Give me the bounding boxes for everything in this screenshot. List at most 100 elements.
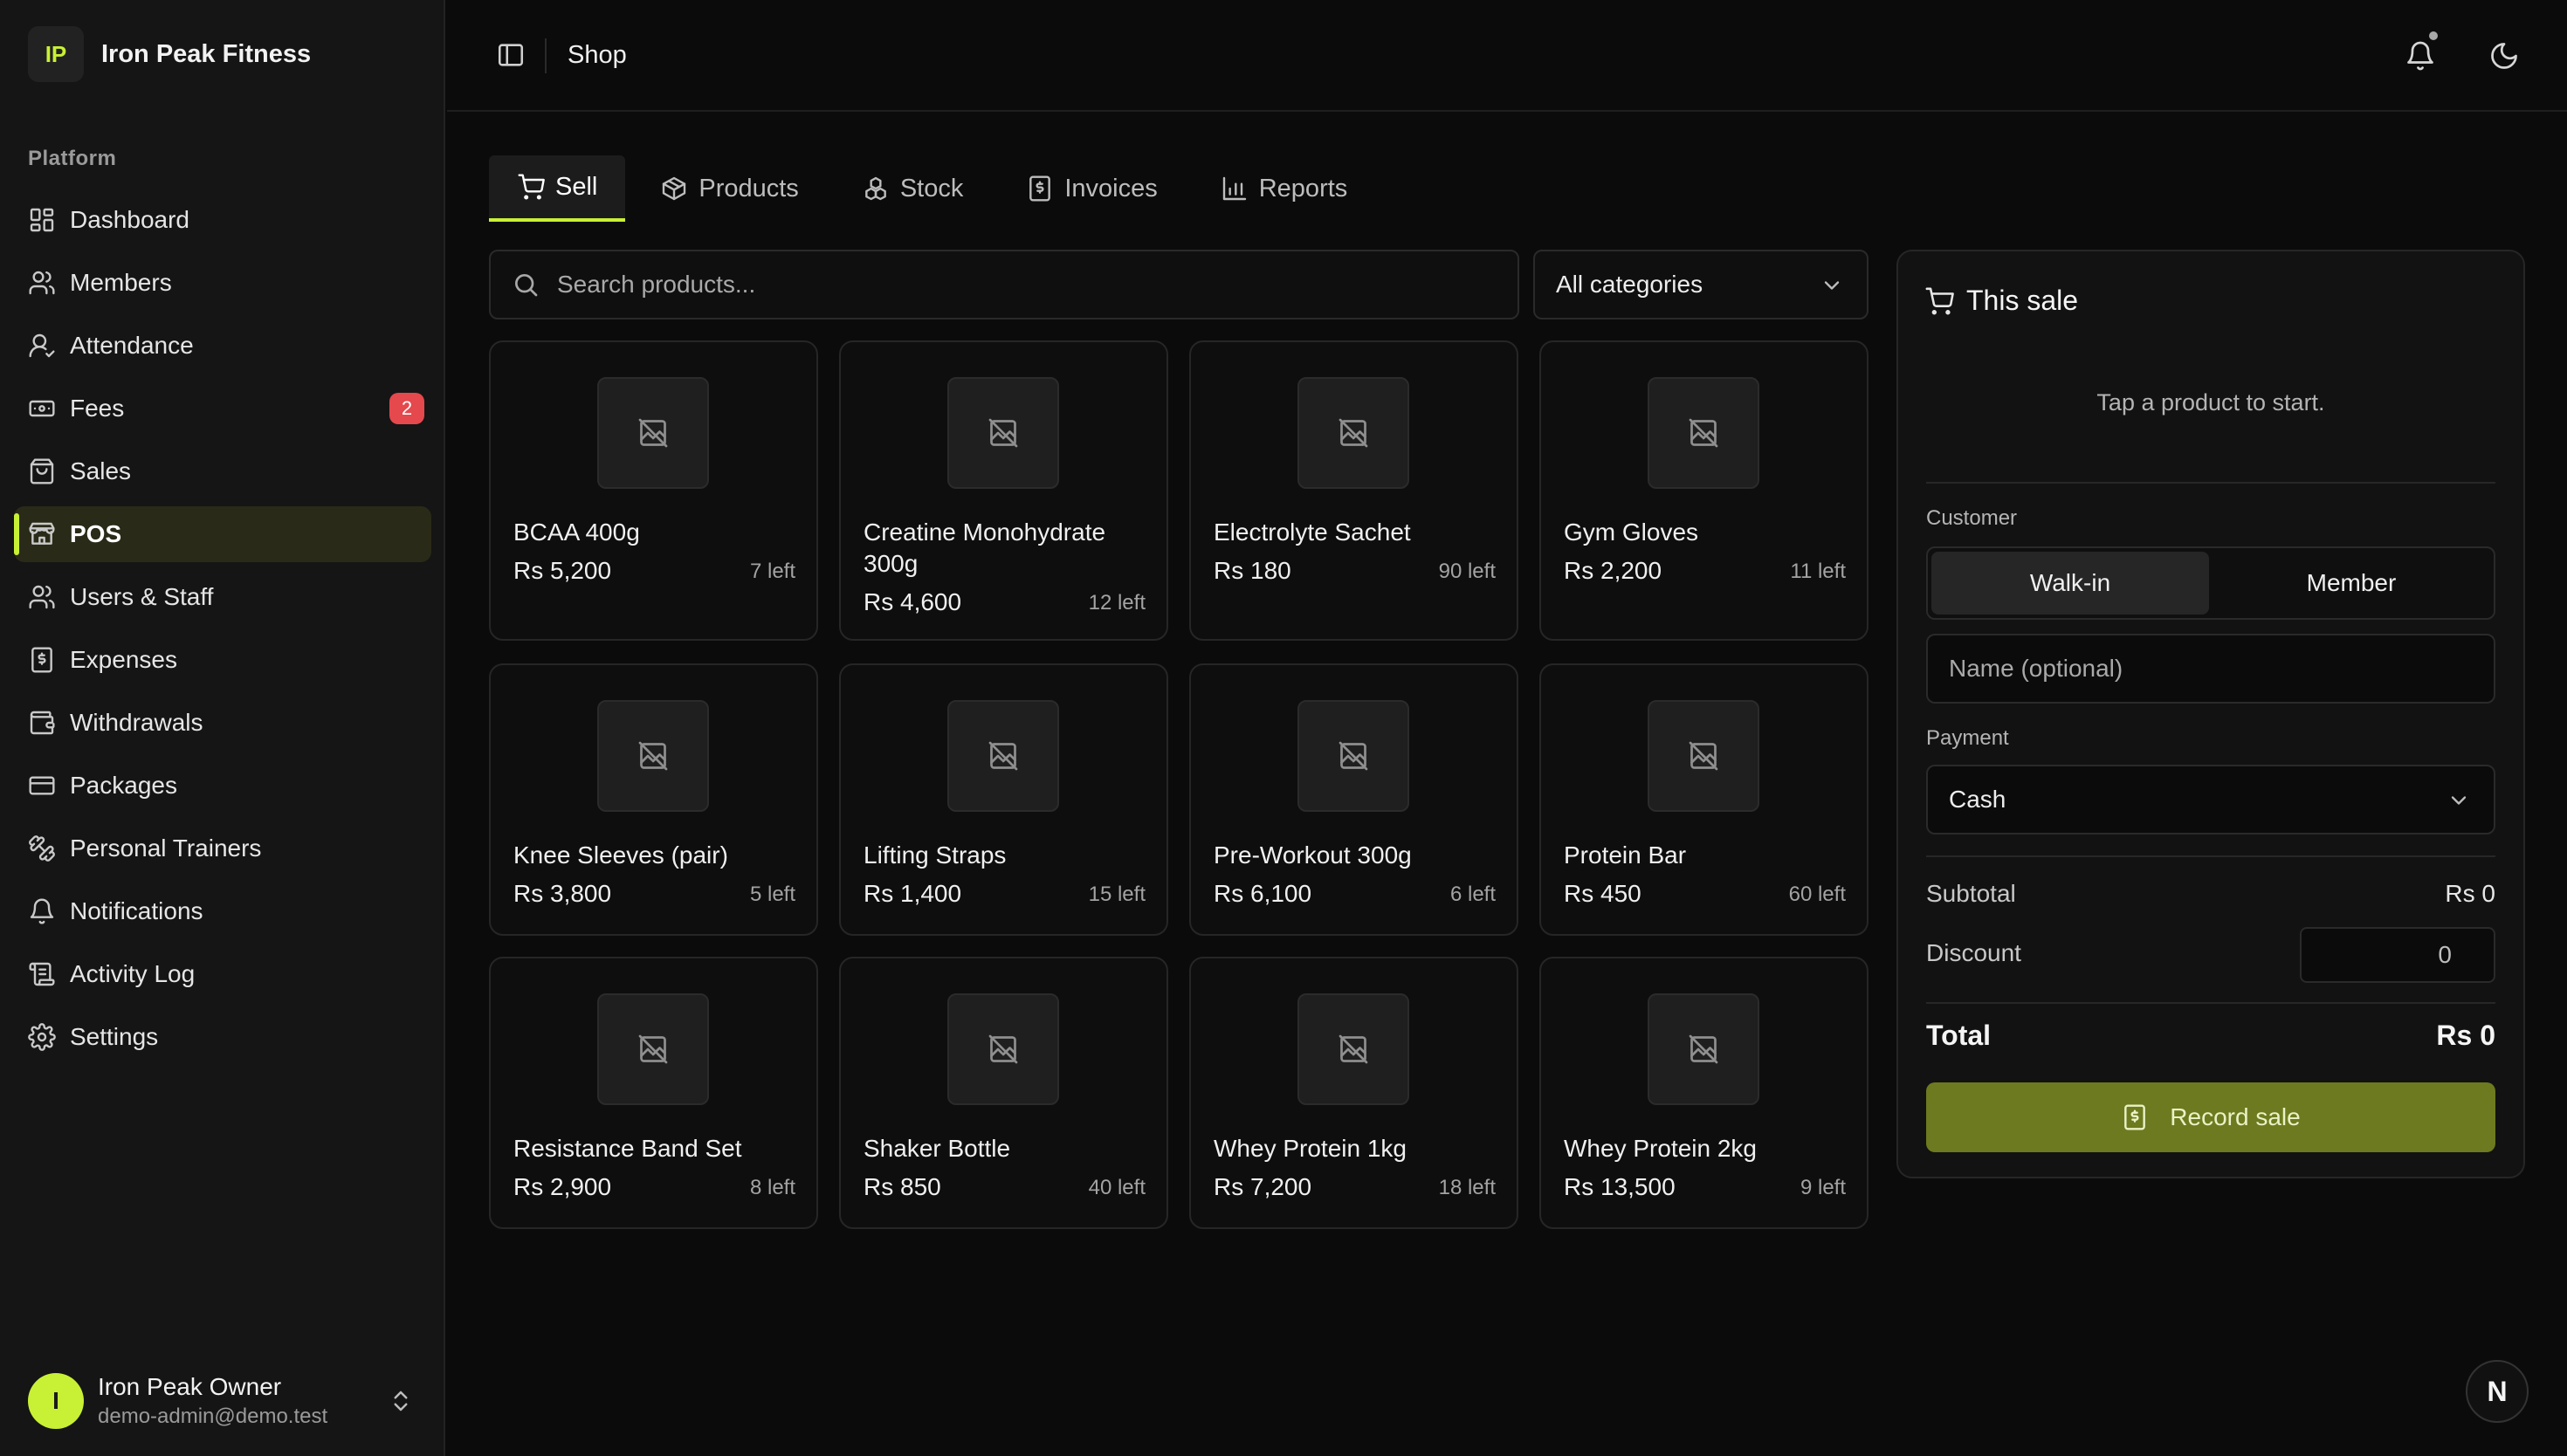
customer-name-field[interactable] bbox=[1926, 634, 2495, 704]
bell-icon bbox=[28, 897, 56, 925]
sidebar-item-withdrawals[interactable]: Withdrawals bbox=[14, 695, 431, 751]
moon-icon[interactable] bbox=[2488, 40, 2520, 72]
user-info: Iron Peak Owner demo-admin@demo.test bbox=[98, 1373, 327, 1429]
image-off-icon bbox=[1338, 1034, 1369, 1065]
sidebar-item-expenses[interactable]: Expenses bbox=[14, 632, 431, 688]
sidebar-item-label: Fees bbox=[70, 395, 125, 422]
tab-invoices[interactable]: Invoices bbox=[998, 155, 1185, 222]
sidebar-item-label: Dashboard bbox=[70, 206, 189, 233]
fees-badge: 2 bbox=[389, 393, 424, 424]
tab-label: Reports bbox=[1258, 174, 1348, 203]
sidebar-item-fees[interactable]: Fees 2 bbox=[14, 381, 431, 436]
sidebar-item-settings[interactable]: Settings bbox=[14, 1009, 431, 1065]
tab-reports[interactable]: Reports bbox=[1193, 155, 1376, 222]
chevron-down-icon bbox=[1820, 273, 1844, 298]
sidebar-item-label: Notifications bbox=[70, 897, 203, 924]
sidebar-item-dashboard[interactable]: Dashboard bbox=[14, 192, 431, 248]
discount-input[interactable]: 0 bbox=[2300, 927, 2495, 983]
product-stock: 40 left bbox=[1088, 1176, 1146, 1199]
sidebar-item-sales[interactable]: Sales bbox=[14, 443, 431, 499]
tab-label: Sell bbox=[555, 172, 598, 201]
product-card[interactable]: Lifting Straps Rs 1,400 15 left bbox=[839, 663, 1168, 936]
image-off-icon bbox=[1338, 417, 1369, 449]
banknote-icon bbox=[28, 395, 56, 422]
sidebar-item-label: Settings bbox=[70, 1023, 159, 1050]
product-thumbnail bbox=[597, 700, 709, 812]
brand-name: Iron Peak Fitness bbox=[101, 39, 312, 68]
product-name: Resistance Band Set bbox=[513, 1135, 742, 1162]
search-input[interactable] bbox=[557, 271, 1474, 299]
total-label: Total bbox=[1926, 1020, 1992, 1051]
record-sale-label: Record sale bbox=[2170, 1103, 2301, 1130]
receipt-icon bbox=[1026, 175, 1054, 203]
image-off-icon bbox=[988, 1034, 1019, 1065]
sidebar-item-label: Members bbox=[70, 269, 172, 296]
product-stock: 60 left bbox=[1788, 883, 1846, 906]
receipt-icon bbox=[28, 646, 56, 674]
sidebar: IP Iron Peak Fitness Platform Dashboard M… bbox=[0, 0, 445, 1456]
product-card[interactable]: Electrolyte Sachet Rs 180 90 left bbox=[1189, 340, 1518, 641]
user-menu[interactable]: I Iron Peak Owner demo-admin@demo.test bbox=[28, 1370, 421, 1432]
product-name: Knee Sleeves (pair) bbox=[513, 841, 728, 869]
tab-stock[interactable]: Stock bbox=[834, 155, 992, 222]
sidebar-item-pos[interactable]: POS bbox=[14, 506, 431, 562]
dev-tools-button[interactable]: N bbox=[2466, 1360, 2529, 1423]
product-card[interactable]: Shaker Bottle Rs 850 40 left bbox=[839, 957, 1168, 1229]
sidebar-item-label: Attendance bbox=[70, 332, 194, 359]
header-divider bbox=[545, 38, 547, 73]
sidebar-item-attendance[interactable]: Attendance bbox=[14, 318, 431, 374]
divider bbox=[1926, 855, 2495, 857]
sidebar-toggle-icon[interactable] bbox=[496, 40, 526, 70]
product-thumbnail bbox=[597, 993, 709, 1105]
product-card[interactable]: Knee Sleeves (pair) Rs 3,800 5 left bbox=[489, 663, 818, 936]
product-name: Protein Bar bbox=[1564, 841, 1687, 869]
sidebar-item-personal-trainers[interactable]: Personal Trainers bbox=[14, 821, 431, 876]
product-stock: 9 left bbox=[1800, 1176, 1846, 1199]
product-card[interactable]: Whey Protein 1kg Rs 7,200 18 left bbox=[1189, 957, 1518, 1229]
product-card[interactable]: Whey Protein 2kg Rs 13,500 9 left bbox=[1539, 957, 1868, 1229]
sidebar-item-members[interactable]: Members bbox=[14, 255, 431, 311]
tab-products[interactable]: Products bbox=[632, 155, 826, 222]
product-card[interactable]: Pre-Workout 300g Rs 6,100 6 left bbox=[1189, 663, 1518, 936]
product-card[interactable]: Resistance Band Set Rs 2,900 8 left bbox=[489, 957, 818, 1229]
payment-select[interactable]: Cash bbox=[1926, 765, 2495, 834]
user-name: Iron Peak Owner bbox=[98, 1373, 282, 1400]
sidebar-item-notifications[interactable]: Notifications bbox=[14, 883, 431, 939]
product-name: Gym Gloves bbox=[1564, 519, 1699, 546]
user-check-icon bbox=[28, 332, 56, 360]
product-stock: 90 left bbox=[1438, 560, 1496, 583]
product-card[interactable]: Gym Gloves Rs 2,200 11 left bbox=[1539, 340, 1868, 641]
image-off-icon bbox=[637, 740, 669, 772]
walk-in-option[interactable]: Walk-in bbox=[1931, 552, 2209, 615]
package-icon bbox=[660, 175, 688, 203]
sale-header: This sale bbox=[1924, 285, 2078, 317]
customer-name-input[interactable] bbox=[1949, 655, 2473, 683]
product-card[interactable]: Creatine Monohydrate 300g Rs 4,600 12 left bbox=[839, 340, 1168, 641]
product-name: Shaker Bottle bbox=[864, 1135, 1011, 1162]
category-select[interactable]: All categories bbox=[1533, 250, 1868, 319]
product-thumbnail bbox=[1297, 700, 1409, 812]
product-card[interactable]: BCAA 400g Rs 5,200 7 left bbox=[489, 340, 818, 641]
product-card[interactable]: Protein Bar Rs 450 60 left bbox=[1539, 663, 1868, 936]
search-box[interactable] bbox=[489, 250, 1519, 319]
shopping-bag-icon bbox=[28, 457, 56, 485]
image-off-icon bbox=[988, 417, 1019, 449]
store-icon bbox=[28, 520, 56, 548]
sidebar-item-users-staff[interactable]: Users & Staff bbox=[14, 569, 431, 625]
record-sale-button[interactable]: Record sale bbox=[1926, 1082, 2495, 1152]
product-stock: 11 left bbox=[1790, 560, 1846, 583]
bell-icon[interactable] bbox=[2405, 40, 2436, 72]
brand[interactable]: IP Iron Peak Fitness bbox=[28, 26, 311, 82]
product-name: BCAA 400g bbox=[513, 519, 640, 546]
sidebar-item-activity-log[interactable]: Activity Log bbox=[14, 946, 431, 1002]
product-price: Rs 2,200 bbox=[1564, 557, 1662, 584]
sidebar-item-label: Activity Log bbox=[70, 960, 196, 987]
image-off-icon bbox=[1688, 740, 1719, 772]
discount-label: Discount bbox=[1926, 939, 2021, 966]
product-name: Creatine Monohydrate 300g bbox=[864, 519, 1106, 577]
divider bbox=[1926, 482, 2495, 484]
logs-icon bbox=[28, 960, 56, 988]
member-option[interactable]: Member bbox=[2213, 552, 2490, 615]
sidebar-item-packages[interactable]: Packages bbox=[14, 758, 431, 814]
tab-sell[interactable]: Sell bbox=[489, 155, 626, 222]
